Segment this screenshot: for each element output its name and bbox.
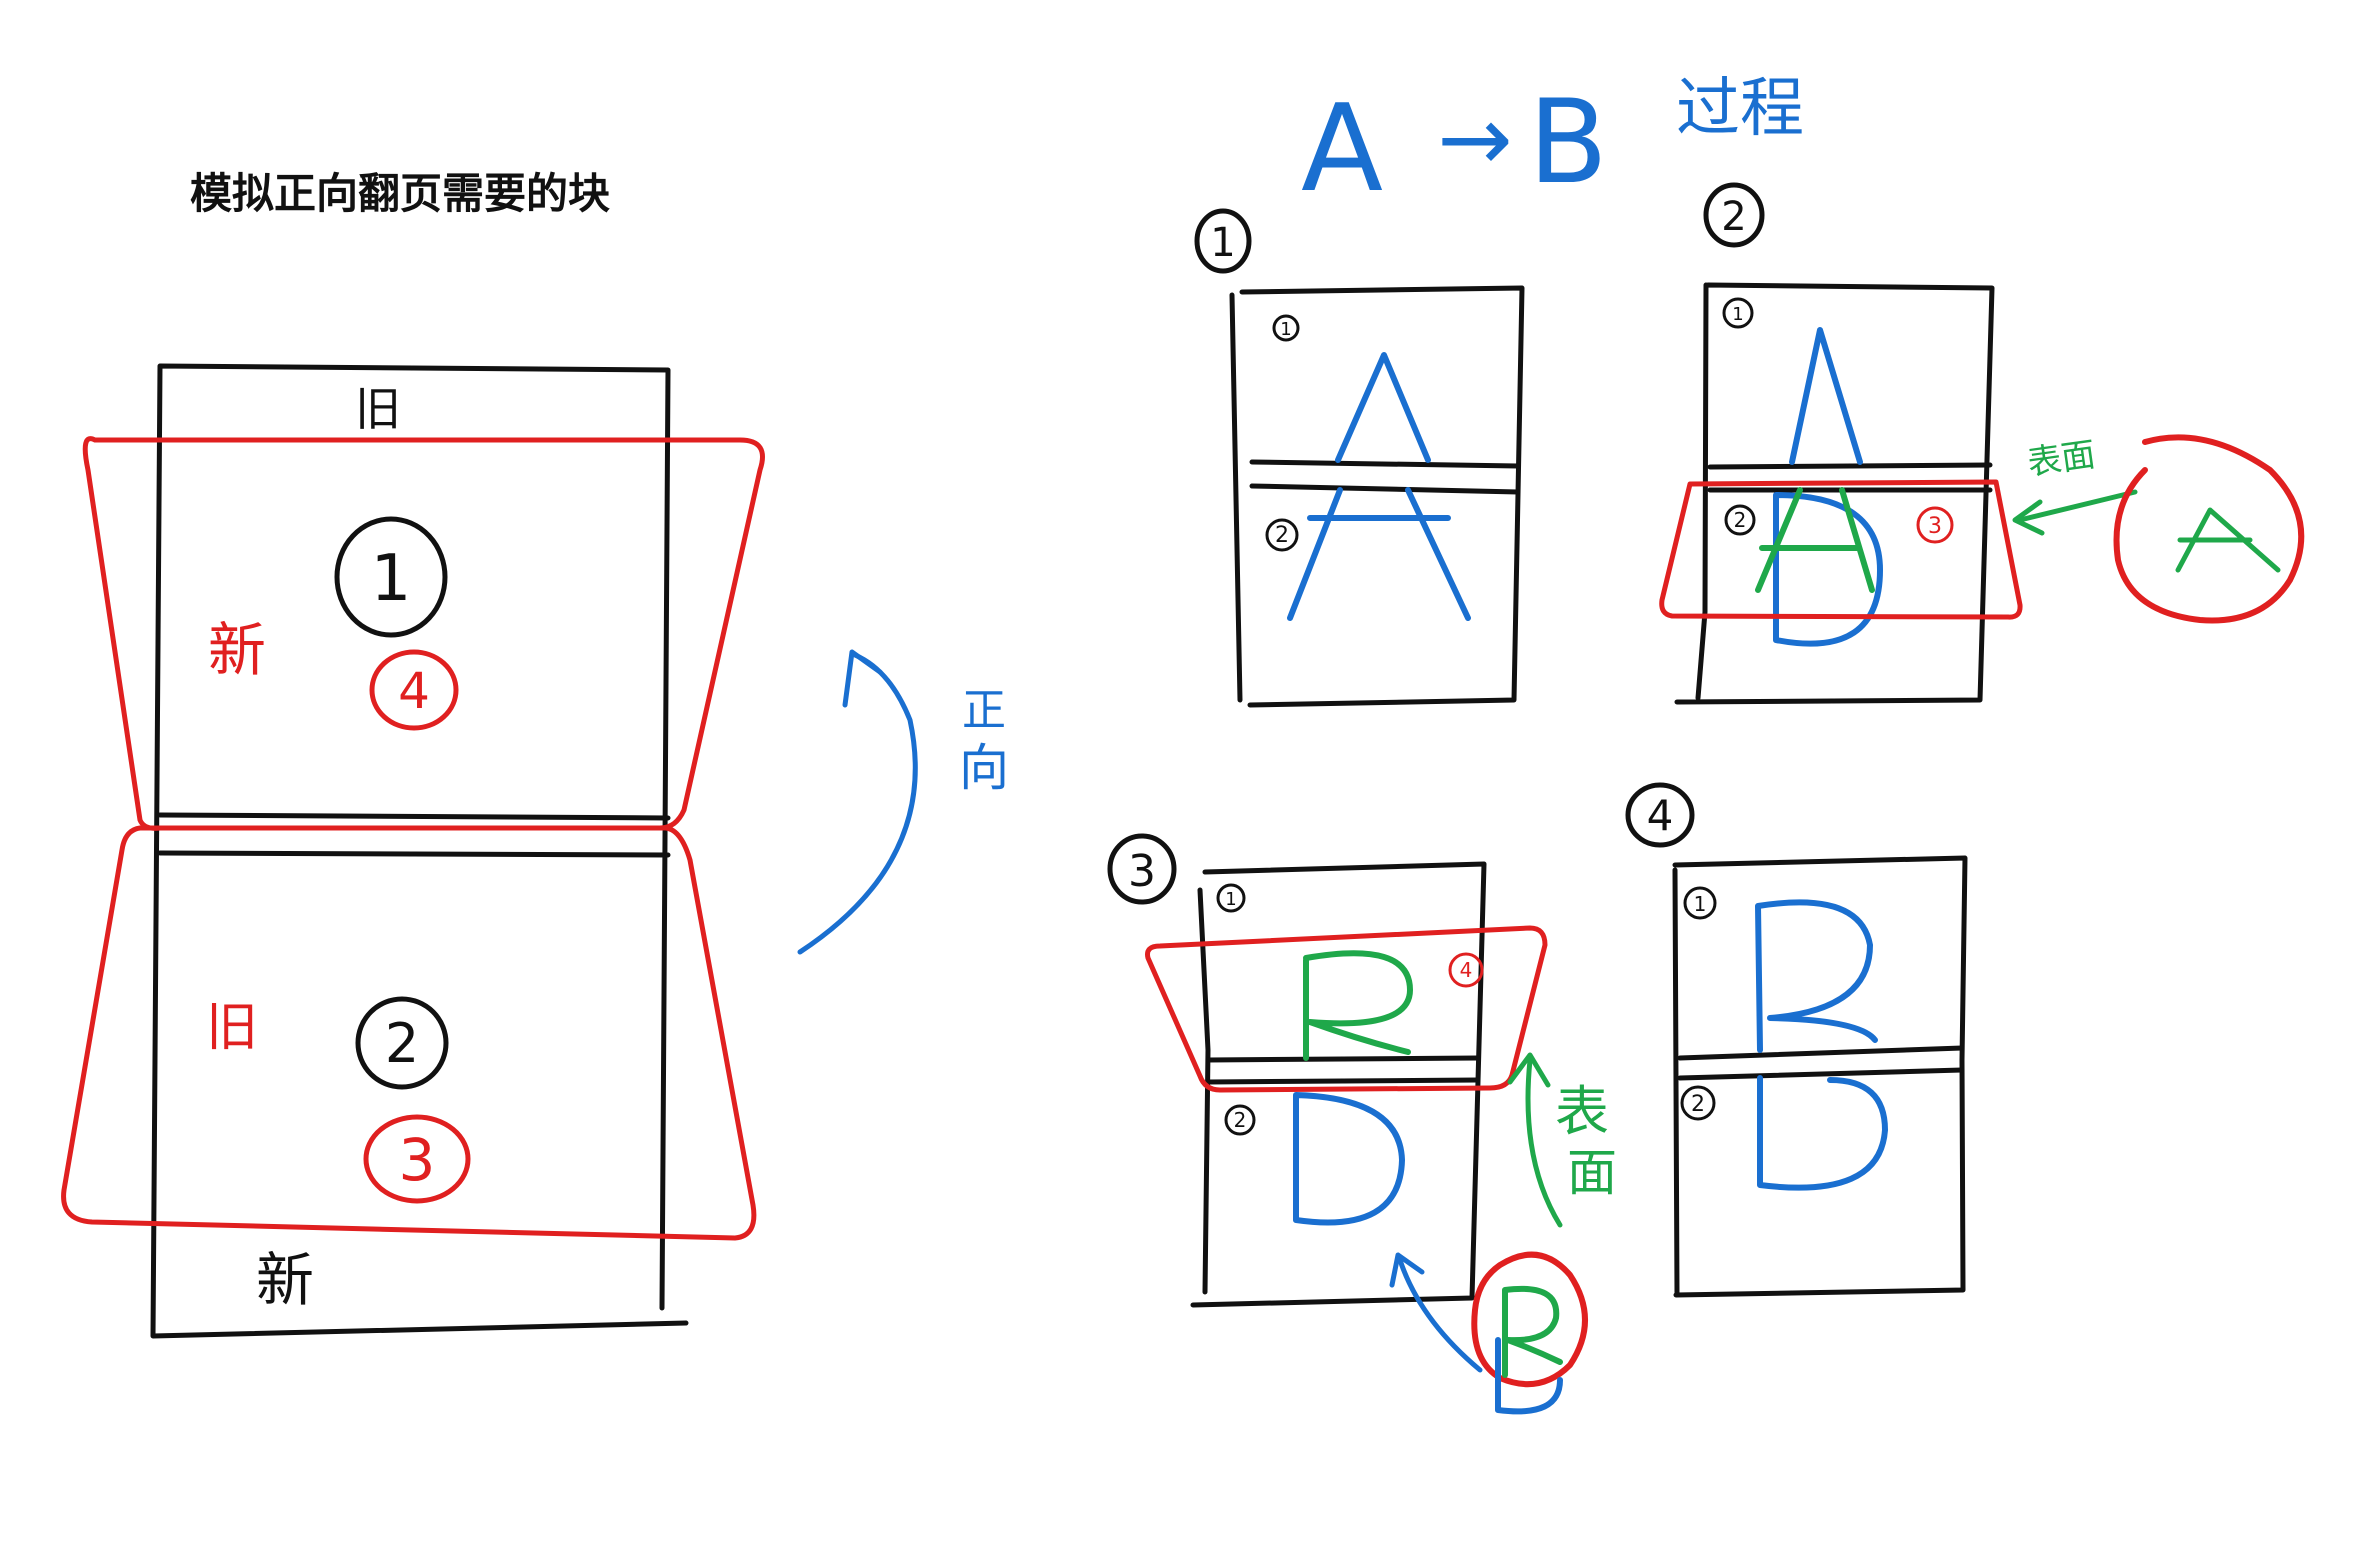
step-2-red-circle (2113, 434, 2305, 624)
step-4-letter-b (1755, 899, 1878, 1053)
num-2: 2 (385, 1012, 419, 1075)
step-1-top-num: 1 (1280, 319, 1291, 340)
step-2-surface-label: 表面 (2025, 435, 2098, 484)
step-2-num: 2 (1721, 194, 1746, 240)
forward-arrow (797, 652, 918, 955)
step-4-num: 4 (1647, 791, 1674, 840)
step-1-mid-1 (1249, 459, 1521, 469)
label-old-red: 旧 (206, 998, 258, 1058)
num-3: 3 (399, 1126, 436, 1194)
step-1 (1194, 208, 1525, 708)
step-3-surface-label-1: 表 (1555, 1080, 1609, 1143)
step-2-top-num: 1 (1732, 304, 1743, 325)
step-3-blue-arrow (1397, 1257, 1483, 1373)
step-3-top-num: 1 (1225, 889, 1236, 910)
title-b: B (1528, 75, 1608, 210)
title-text: 过程 (1676, 72, 1804, 146)
step-3-red-circle (1471, 1251, 1588, 1388)
step-1-mid-2 (1249, 483, 1521, 495)
sketch-canvas: 旧 新 新 旧 1 4 2 3 正 向 A → B 过程 1 1 2 2 1 2… (61, 72, 2305, 1415)
step-2-bottom-num: 2 (1734, 508, 1747, 532)
arrow-label-1: 正 (962, 685, 1006, 736)
red-block-top (82, 436, 765, 831)
step-3-circle-letter-b (1502, 1285, 1563, 1378)
num-1: 1 (371, 542, 412, 616)
step-4 (1625, 782, 1968, 1298)
step-4-mid-2 (1677, 1067, 1965, 1081)
step-2-red-num: 3 (1928, 514, 1942, 539)
left-middle-line-2 (157, 850, 671, 858)
step-3-mid-2 (1205, 1077, 1481, 1085)
title-arrow: → (1437, 87, 1512, 192)
left-diagram (61, 363, 918, 1339)
label-new-red: 新 (208, 616, 266, 684)
step-4-top-num: 1 (1694, 892, 1707, 916)
forward-arrow-head (842, 649, 883, 708)
step-1-letter-a-top (1335, 352, 1431, 463)
num-4: 4 (398, 662, 430, 720)
step-1-frame (1229, 285, 1525, 708)
step-2 (1659, 182, 2305, 705)
step-3-bottom-num: 2 (1234, 1108, 1247, 1132)
step-3-mid-1 (1205, 1055, 1481, 1063)
step-2-letter-a-top (1789, 327, 1863, 465)
step-1-num: 1 (1210, 220, 1235, 266)
label-new-bottom: 新 (256, 1246, 314, 1314)
left-middle-line-1 (157, 812, 671, 821)
step-3-letter-b (1303, 950, 1413, 1061)
arrow-label-2: 向 (959, 739, 1009, 797)
step-1-letter-a-bottom (1287, 487, 1471, 621)
step-4-letter-d (1757, 1075, 1888, 1191)
label-old-top: 旧 (355, 382, 401, 436)
step-3-num: 3 (1128, 846, 1156, 897)
step-4-mid-1 (1677, 1045, 1965, 1061)
step-1-bottom-num: 2 (1275, 523, 1289, 548)
step-3-surface-label-2: 面 (1567, 1144, 1617, 1202)
title-a: A (1301, 80, 1383, 219)
step-3-red-num: 4 (1460, 958, 1473, 982)
step-3 (1107, 833, 1588, 1415)
step-4-bottom-num: 2 (1691, 1092, 1705, 1117)
step-2-circle-letter-a (2175, 507, 2281, 573)
step-2-mid-1 (1707, 462, 1993, 470)
step-3-letter-d (1293, 1092, 1405, 1226)
